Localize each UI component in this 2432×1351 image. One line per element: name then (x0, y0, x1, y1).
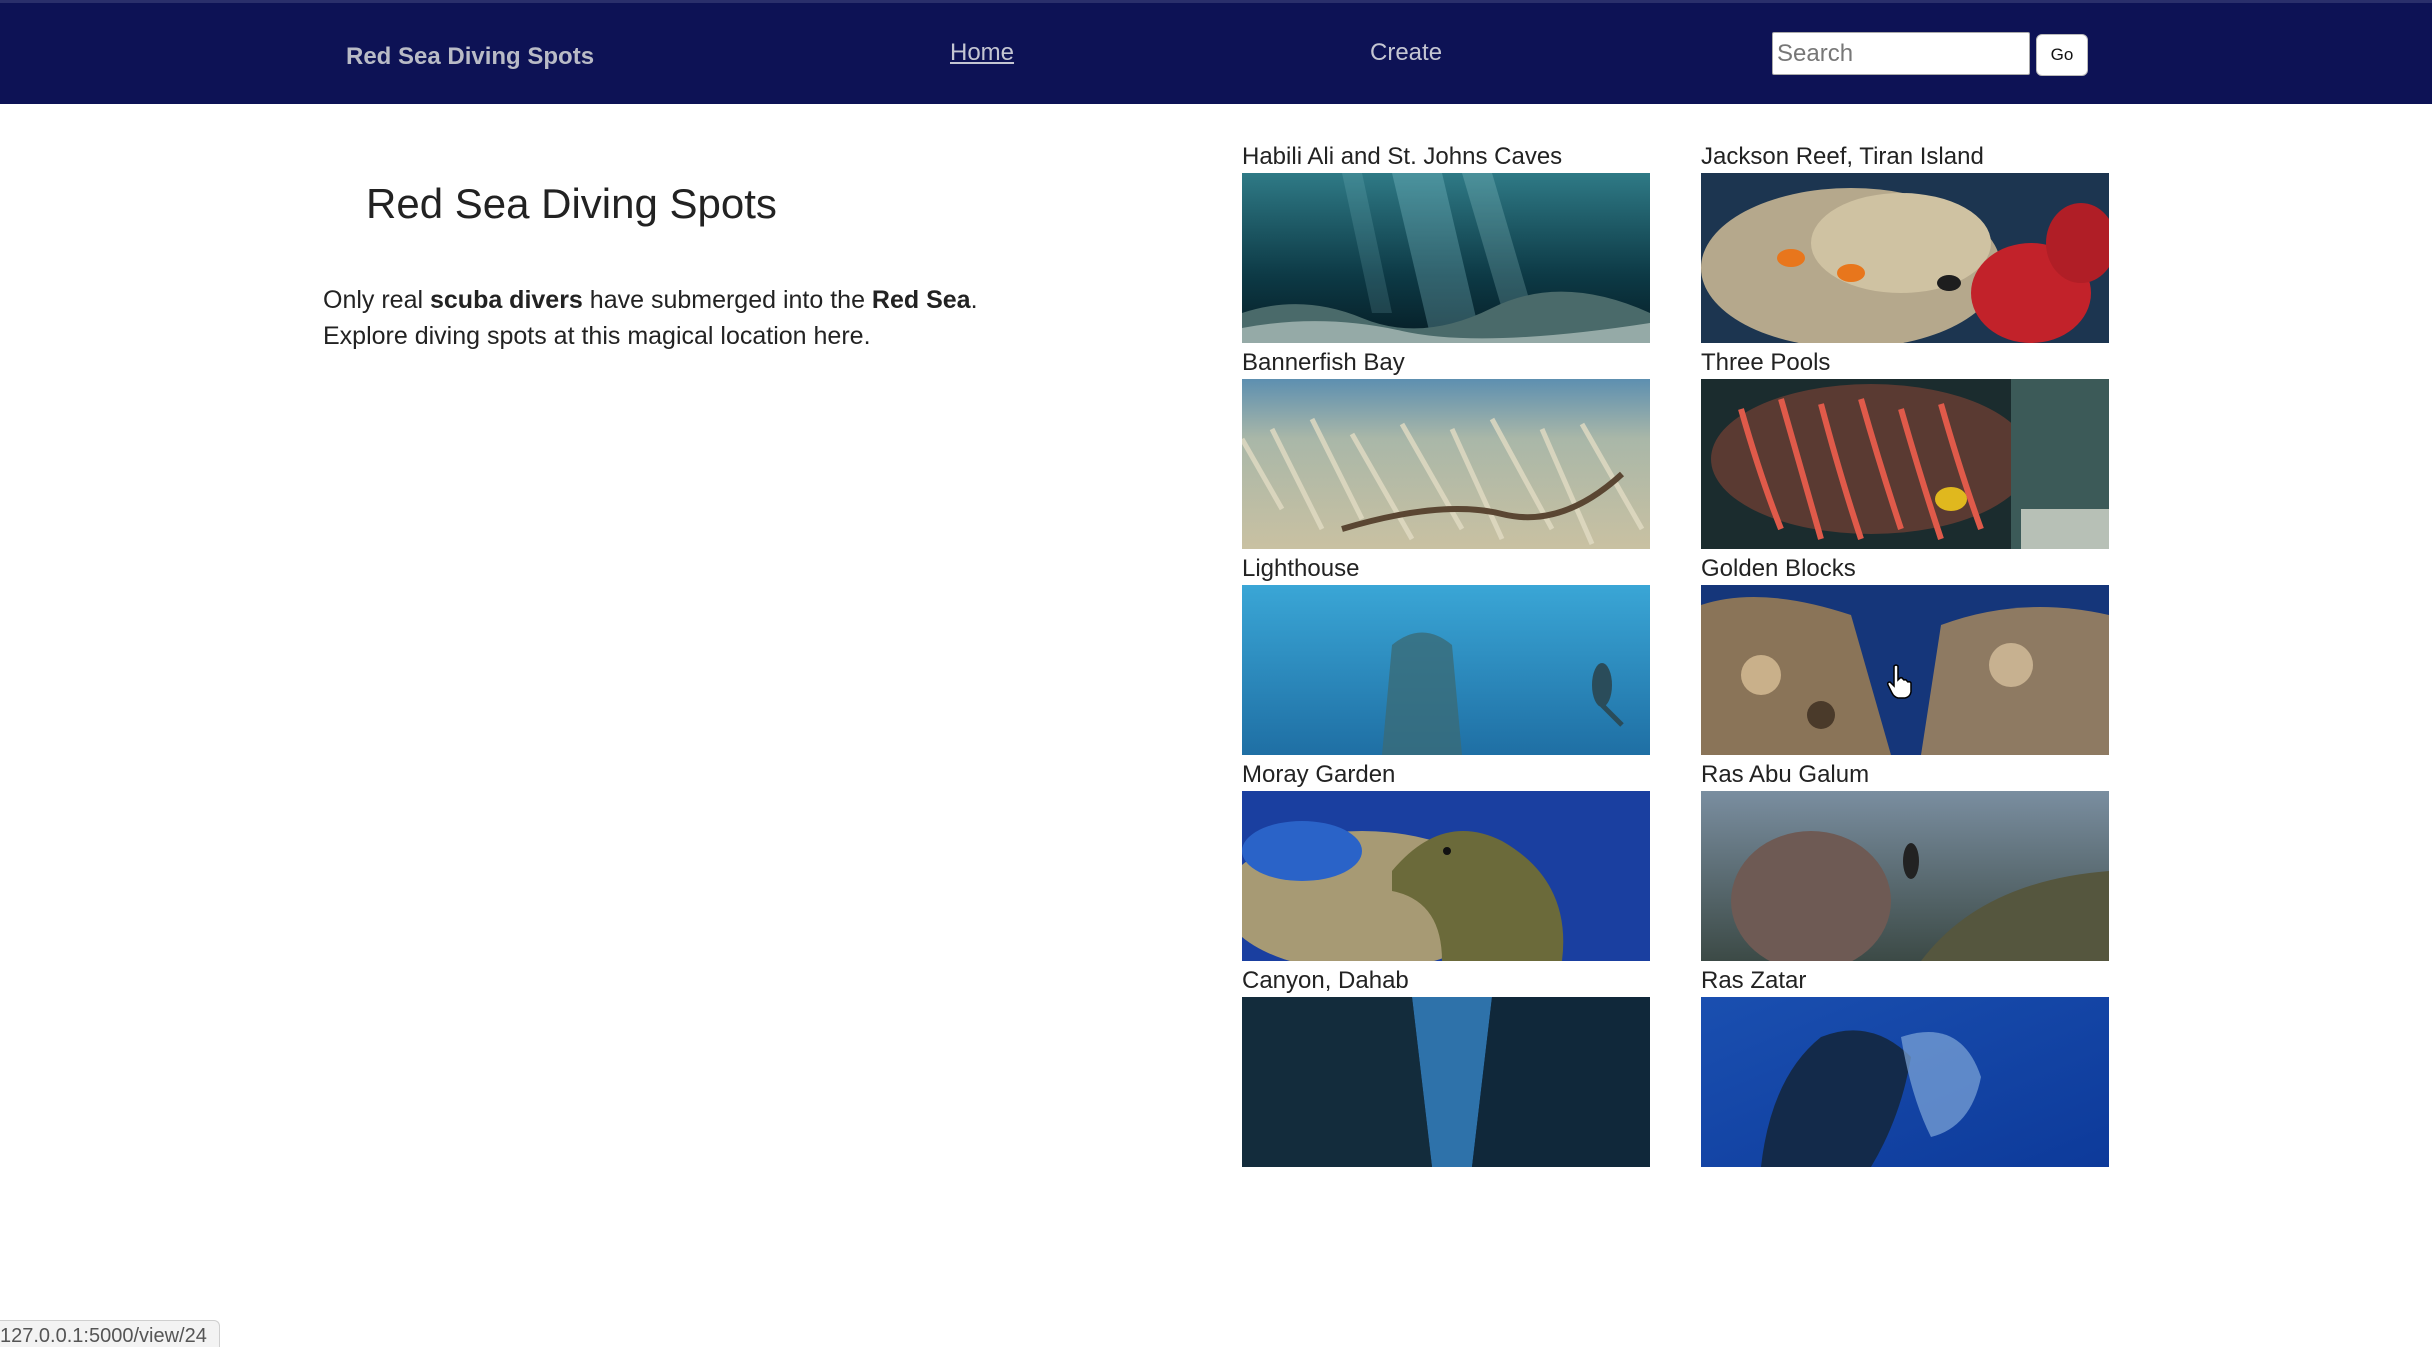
spot-title[interactable]: Ras Zatar (1701, 967, 1806, 995)
spot-image-lighthouse[interactable] (1242, 585, 1650, 755)
intro-bold-scuba: scuba divers (429, 286, 583, 314)
nav-home-link[interactable]: Home (950, 39, 1014, 67)
spot-image-ras-zatar[interactable] (1701, 997, 2109, 1167)
intro-part: Only real (323, 286, 430, 314)
spot-title[interactable]: Moray Garden (1242, 761, 1395, 789)
intro-line-2: Explore diving spots at this magical loc… (323, 322, 871, 350)
go-button[interactable]: Go (2036, 34, 2088, 76)
navbar: Red Sea Diving Spots Home Create Go (0, 0, 2432, 104)
spot-title[interactable]: Golden Blocks (1701, 555, 1856, 583)
status-bar-url: 127.0.0.1:5000/view/24 (0, 1320, 220, 1347)
intro-text: Only real scuba divers have submerged in… (323, 282, 1023, 354)
intro-part: . (970, 286, 978, 314)
spot-title[interactable]: Ras Abu Galum (1701, 761, 1869, 789)
spot-title[interactable]: Lighthouse (1242, 555, 1359, 583)
nav-create-link[interactable]: Create (1370, 39, 1442, 67)
spot-image-canyon-dahab[interactable] (1242, 997, 1650, 1167)
intro-part: have submerged into the (582, 286, 872, 314)
spot-image-jackson-reef[interactable] (1701, 173, 2109, 343)
spot-image-ras-abu-galum[interactable] (1701, 791, 2109, 961)
spot-title[interactable]: Canyon, Dahab (1242, 967, 1409, 995)
spot-title[interactable]: Jackson Reef, Tiran Island (1701, 143, 1984, 171)
spot-image-moray-garden[interactable] (1242, 791, 1650, 961)
search-input[interactable] (1772, 32, 2030, 75)
hand-cursor-icon (1886, 664, 1914, 705)
spot-image-bannerfish-bay[interactable] (1242, 379, 1650, 549)
spot-title[interactable]: Three Pools (1701, 349, 1830, 377)
spot-image-habili-ali[interactable] (1242, 173, 1650, 343)
spot-title[interactable]: Habili Ali and St. Johns Caves (1242, 143, 1562, 171)
page-title: Red Sea Diving Spots (366, 180, 777, 227)
spot-title[interactable]: Bannerfish Bay (1242, 349, 1405, 377)
spot-image-three-pools[interactable] (1701, 379, 2109, 549)
brand-link[interactable]: Red Sea Diving Spots (346, 43, 594, 71)
intro-bold-red-sea: Red Sea (871, 286, 971, 314)
